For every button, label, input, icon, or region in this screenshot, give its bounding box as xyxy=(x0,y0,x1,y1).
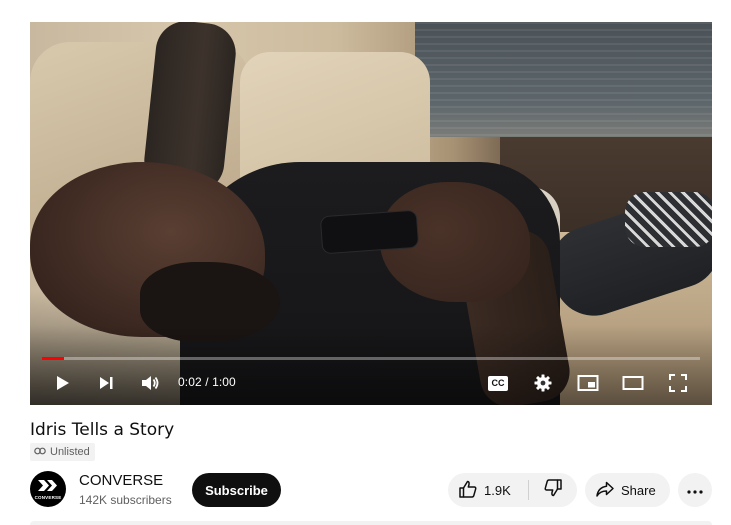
like-count: 1.9K xyxy=(484,482,511,498)
next-button[interactable] xyxy=(94,371,118,395)
progress-played xyxy=(42,357,64,360)
controls-gradient xyxy=(30,325,712,405)
youtube-watch-page: 0:02 / 1:00 CC Idris Tells a Story Unlis… xyxy=(0,0,731,525)
play-button[interactable] xyxy=(50,371,74,395)
captions-label: CC xyxy=(491,377,505,388)
dislike-button[interactable] xyxy=(529,473,577,507)
gear-icon xyxy=(533,373,553,393)
share-button[interactable]: Share xyxy=(585,473,670,507)
theater-mode-icon xyxy=(622,374,644,392)
subscriber-count: 142K subscribers xyxy=(79,493,172,507)
skip-next-icon xyxy=(97,374,115,392)
share-arrow-icon xyxy=(595,479,615,502)
theater-mode-button[interactable] xyxy=(621,371,645,395)
video-player[interactable]: 0:02 / 1:00 CC xyxy=(30,22,712,405)
play-icon xyxy=(53,374,71,392)
subscribe-button[interactable]: Subscribe xyxy=(192,473,281,507)
video-title: Idris Tells a Story xyxy=(30,420,175,440)
link-icon xyxy=(34,446,46,458)
like-button[interactable]: 1.9K xyxy=(448,473,528,507)
more-horizontal-icon xyxy=(687,481,703,499)
visibility-label: Unlisted xyxy=(50,446,90,458)
progress-bar[interactable] xyxy=(42,357,700,360)
thumbs-up-icon xyxy=(458,479,478,502)
description-box-edge xyxy=(30,521,712,525)
captions-icon: CC xyxy=(488,375,508,391)
fullscreen-button[interactable] xyxy=(666,371,690,395)
miniplayer-button[interactable] xyxy=(576,371,600,395)
settings-button[interactable] xyxy=(531,371,555,395)
thumbs-down-icon xyxy=(543,478,563,503)
miniplayer-icon xyxy=(577,374,599,392)
more-actions-button[interactable] xyxy=(678,473,712,507)
volume-icon xyxy=(140,373,160,393)
time-display: 0:02 / 1:00 xyxy=(178,375,236,389)
volume-button[interactable] xyxy=(138,371,162,395)
channel-name[interactable]: CONVERSE xyxy=(79,472,163,489)
channel-avatar[interactable]: CONVERSE xyxy=(30,471,66,507)
visibility-badge: Unlisted xyxy=(30,443,95,461)
share-label: Share xyxy=(621,482,656,498)
captions-button[interactable]: CC xyxy=(486,371,510,395)
like-dislike-group: 1.9K xyxy=(448,473,577,507)
avatar-wordmark: CONVERSE xyxy=(34,495,62,500)
fullscreen-icon xyxy=(668,373,688,393)
